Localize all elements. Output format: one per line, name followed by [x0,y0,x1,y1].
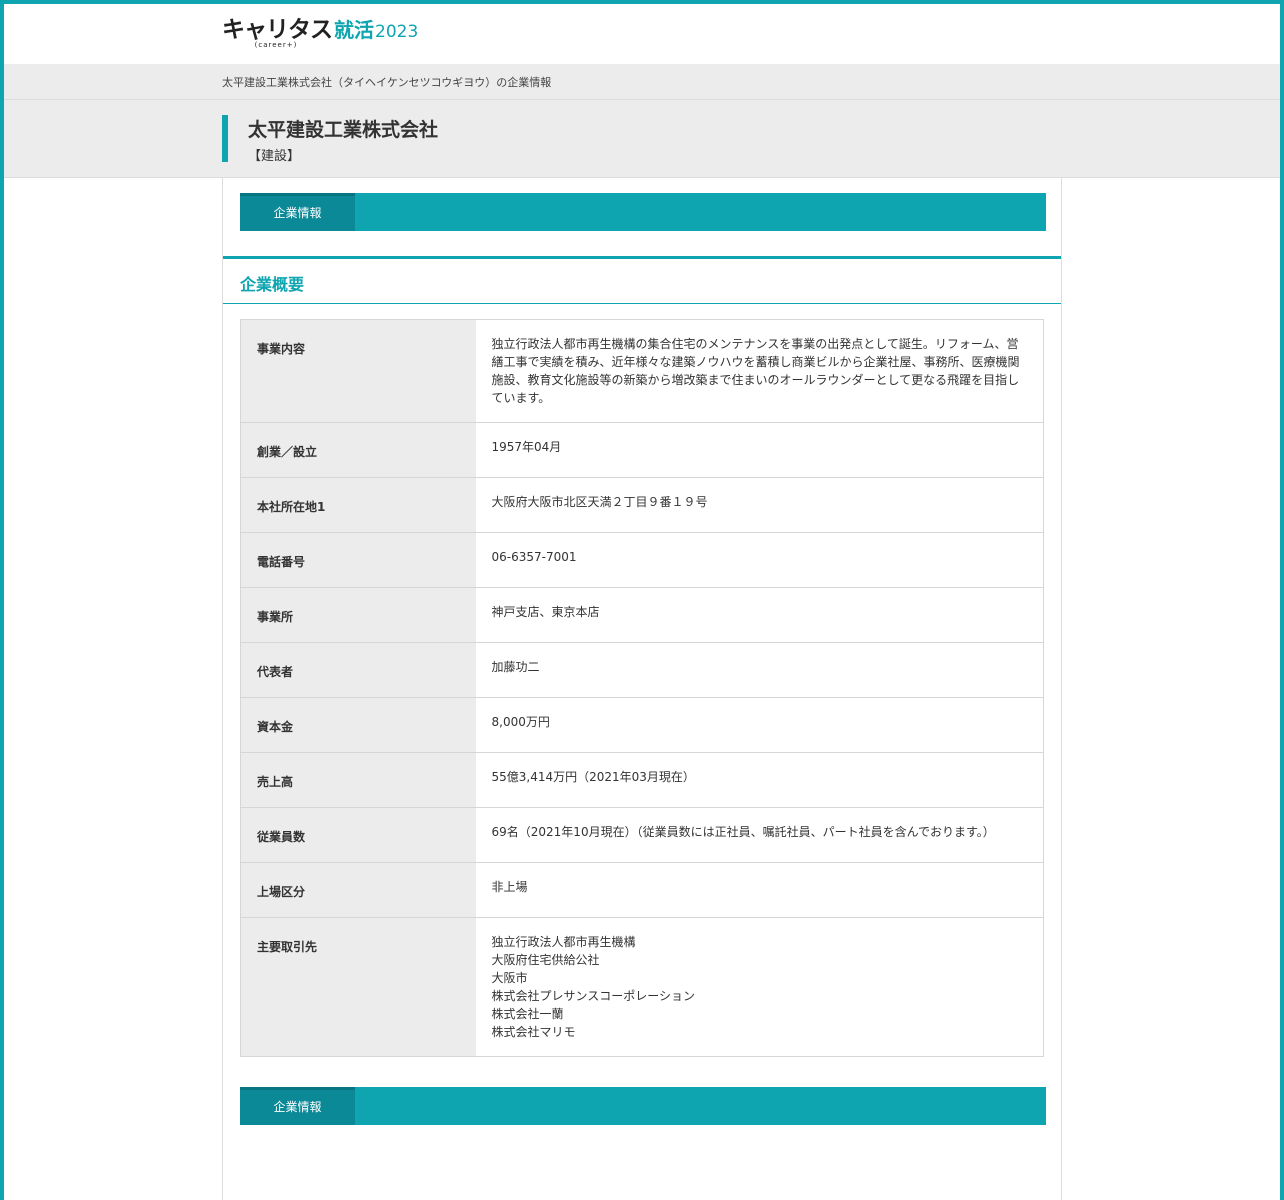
row-value-line: 施設、教育文化施設等の新築から増改築まで住まいのオールラウンダーとして更なる飛躍… [491,373,1020,387]
row-value-line: 大阪府住宅供給公社 [491,953,600,967]
row-value-line: 株式会社プレサンスコーポレーション [491,989,696,1003]
table-row: 電話番号 06-6357-7001 [240,532,1044,588]
row-value: 1957年04月 [475,422,1044,478]
table-row: 代表者 加藤功二 [240,642,1044,698]
row-value-line: 加藤功二 [491,660,540,674]
main-content: 企業情報 企業概要 事業内容 独立行政法人都市再生機構の集合住宅のメンテナンスを事… [222,178,1062,1200]
logo-year-text: 2023 [375,22,419,42]
table-row: 上場区分 非上場 [240,862,1044,918]
table-row: 事業内容 独立行政法人都市再生機構の集合住宅のメンテナンスを事業の出発点として誕生… [240,319,1044,423]
row-label: 上場区分 [240,862,476,918]
row-value-line: 大阪市 [491,971,528,985]
tab-bar-top: 企業情報 [240,193,1046,231]
company-overview-table: 事業内容 独立行政法人都市再生機構の集合住宅のメンテナンスを事業の出発点として誕生… [240,319,1044,1057]
row-value-line: ています。 [491,391,551,405]
table-row: 売上高 55億3,414万円（2021年03月現在） [240,752,1044,808]
row-label: 創業／設立 [240,422,476,478]
row-label: 代表者 [240,642,476,698]
breadcrumb-bar: 太平建設工業株式会社（タイヘイケンセツコウギヨウ）の企業情報 [4,64,1280,100]
logo-sub-text: (career+) [254,41,298,49]
row-value-line: 69名（2021年10月現在）（従業員数には正社員、嘱託社員、パート社員を含んで… [491,825,995,839]
row-label: 主要取引先 [240,917,476,1057]
company-title-bar: 太平建設工業株式会社 【建設】 [4,100,1280,178]
row-value: 加藤功二 [475,642,1044,698]
site-header: キャリタス 就活 2023 (career+) [4,4,1280,64]
tab-company-info-bottom[interactable]: 企業情報 [240,1087,355,1125]
row-value-line: 1957年04月 [491,440,562,454]
tab-bar-bottom: 企業情報 [240,1087,1046,1125]
row-value-line: 55億3,414万円（2021年03月現在） [491,770,695,784]
logo-accent-text: 就活 [334,18,374,42]
breadcrumb: 太平建設工業株式会社（タイヘイケンセツコウギヨウ）の企業情報 [222,76,552,89]
table-row: 主要取引先 独立行政法人都市再生機構 大阪府住宅供給公社 大阪市 株式会社プレサンスコー… [240,917,1044,1057]
row-value: 非上場 [475,862,1044,918]
row-value-line: 06-6357-7001 [491,550,577,564]
table-row: 創業／設立 1957年04月 [240,422,1044,478]
row-value: 大阪府大阪市北区天満２丁目９番１９号 [475,477,1044,533]
row-value: 独立行政法人都市再生機構 大阪府住宅供給公社 大阪市株式会社プレサンスコーポレーショ… [475,917,1044,1057]
row-value-line: 非上場 [491,880,528,894]
table-row: 事業所 神戸支店、東京本店 [240,587,1044,643]
row-label: 電話番号 [240,532,476,588]
frame-right-border [1280,0,1284,1200]
row-value-line: 独立行政法人都市再生機構の集合住宅のメンテナンスを事業の出発点として誕生。リフォ… [491,337,1019,351]
row-value: 06-6357-7001 [475,532,1044,588]
table-row: 従業員数 69名（2021年10月現在）（従業員数には正社員、嘱託社員、パート社員… [240,807,1044,863]
row-label: 資本金 [240,697,476,753]
row-value: 神戸支店、東京本店 [475,587,1044,643]
row-label: 事業所 [240,587,476,643]
frame-left-border [0,0,4,1200]
row-value-line: 株式会社マリモ [491,1025,576,1039]
section-title: 企業概要 [240,275,305,294]
row-value-line: 8,000万円 [491,715,550,729]
section-header: 企業概要 [223,256,1061,304]
row-value-line: 大阪府大阪市北区天満２丁目９番１９号 [491,495,708,509]
row-value-line: 神戸支店、東京本店 [491,605,600,619]
row-value: 55億3,414万円（2021年03月現在） [475,752,1044,808]
row-value-line: 株式会社一蘭 [491,1007,564,1021]
row-label: 売上高 [240,752,476,808]
row-label: 本社所在地1 [240,477,476,533]
row-value-line: 独立行政法人都市再生機構 [491,935,636,949]
row-label: 従業員数 [240,807,476,863]
row-label: 事業内容 [240,319,476,423]
row-value: 69名（2021年10月現在）（従業員数には正社員、嘱託社員、パート社員を含んで… [475,807,1044,863]
table-row: 本社所在地1 大阪府大阪市北区天満２丁目９番１９号 [240,477,1044,533]
site-logo[interactable]: キャリタス 就活 2023 (career+) [222,16,418,52]
title-accent-bar [222,115,228,162]
row-value: 独立行政法人都市再生機構の集合住宅のメンテナンスを事業の出発点として誕生。リフォ… [475,319,1044,423]
logo-main-text: キャリタス [222,17,333,43]
company-name: 太平建設工業株式会社 [248,119,439,141]
tab-company-info[interactable]: 企業情報 [240,193,355,231]
row-value: 8,000万円 [475,697,1044,753]
company-industry: 【建設】 [248,149,301,164]
row-value-line: 繕工事で実績を積み、近年様々な建築ノウハウを蓄積し商業ビルから企業社屋、事務所、… [491,355,1020,369]
table-row: 資本金 8,000万円 [240,697,1044,753]
